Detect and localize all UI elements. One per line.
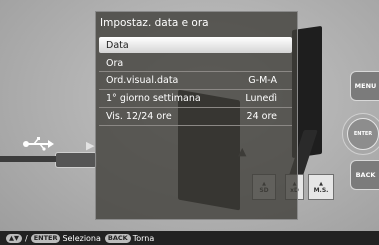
footer-back-action: Torna: [132, 233, 155, 243]
menu-item-value: Lunedì: [245, 92, 277, 104]
ms-slot-label: M.S.: [313, 186, 329, 194]
menu-button-label: MENU: [354, 82, 377, 90]
menu-item-value: 24 ore: [246, 110, 277, 122]
usb-icon: [22, 136, 72, 151]
ms-slot: ▲ M.S.: [308, 174, 334, 200]
enter-button-label: ENTER: [353, 131, 373, 137]
menu-item-value: G-M-A: [248, 74, 277, 86]
menu-item-label: Data: [106, 39, 129, 51]
menu-item-12-24-hour[interactable]: Vis. 12/24 ore 24 ore: [99, 108, 292, 124]
usb-cable-illustration: [0, 156, 56, 162]
back-button[interactable]: BACK: [350, 160, 379, 190]
back-button-label: BACK: [355, 171, 376, 179]
up-down-key-icon: ▲▼: [6, 233, 22, 243]
panel-title: Impostaz. data e ora: [100, 17, 209, 29]
menu-item-label: Ora: [106, 57, 124, 69]
menu-item-date[interactable]: Data: [99, 37, 292, 53]
back-key-icon: BACK: [104, 233, 131, 243]
footer-hint-bar: ▲▼ / ENTER Seleziona BACK Torna: [0, 231, 379, 245]
menu-item-first-weekday[interactable]: 1° giorno settimana Lunedì: [99, 90, 292, 106]
menu-item-label: Vis. 12/24 ore: [106, 110, 172, 122]
menu-item-label: Ord.visual.data: [106, 74, 179, 86]
enter-key-icon: ENTER: [30, 233, 61, 243]
menu-item-date-order[interactable]: Ord.visual.data G-M-A: [99, 72, 292, 88]
usb-plug-illustration: [55, 152, 97, 168]
footer-separator: /: [25, 233, 28, 243]
footer-enter-action: Seleziona: [62, 233, 101, 243]
menu-button[interactable]: MENU: [350, 71, 379, 101]
menu-item-time[interactable]: Ora: [99, 55, 292, 71]
menu-divider: [99, 125, 292, 126]
menu-item-label: 1° giorno settimana: [106, 92, 201, 104]
enter-button[interactable]: ENTER: [347, 118, 379, 150]
arrow-right-icon: ▶: [86, 139, 95, 152]
